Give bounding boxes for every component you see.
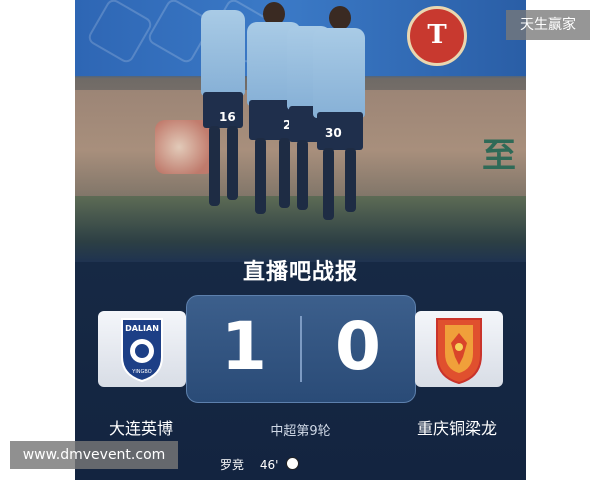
football-icon bbox=[286, 457, 300, 470]
match-report-card: 至 T 16 2 30 直播吧战报 DALIAN YINGBO 1 0 大连英博… bbox=[75, 0, 526, 480]
report-title: 直播吧战报 bbox=[242, 260, 358, 285]
scoreboard: 1 0 bbox=[186, 295, 416, 403]
shirt-number: 16 bbox=[219, 110, 236, 124]
club-badge-letter: T bbox=[427, 20, 447, 50]
home-team-logo-box: DALIAN YINGBO bbox=[98, 311, 186, 387]
away-team-logo-box bbox=[415, 311, 503, 387]
goal-minute: 46' bbox=[259, 458, 279, 472]
watermark-top-right: 天生赢家 bbox=[506, 10, 590, 40]
match-photo: 至 T 16 2 30 bbox=[75, 0, 526, 262]
home-logo-subtext: YINGBO bbox=[131, 369, 151, 375]
shirt-number: 30 bbox=[325, 126, 342, 140]
club-badge-logo: T bbox=[407, 6, 467, 66]
home-team-logo: DALIAN YINGBO bbox=[121, 318, 163, 383]
home-score: 1 bbox=[221, 308, 267, 385]
home-logo-text: DALIAN bbox=[125, 324, 159, 333]
away-team-logo bbox=[436, 318, 482, 385]
goal-scorer-line: 罗竞 46' bbox=[220, 456, 300, 473]
home-team-name: 大连英博 bbox=[109, 419, 174, 438]
scorer-name: 罗竞 bbox=[220, 458, 245, 472]
board-lettering: 至 bbox=[482, 136, 516, 176]
away-score: 0 bbox=[335, 308, 381, 385]
competition-round: 中超第9轮 bbox=[270, 424, 331, 439]
away-team-name: 重庆铜梁龙 bbox=[417, 419, 498, 438]
board-graphic bbox=[155, 120, 215, 174]
watermark-url: www.dmvevent.com bbox=[10, 441, 178, 469]
